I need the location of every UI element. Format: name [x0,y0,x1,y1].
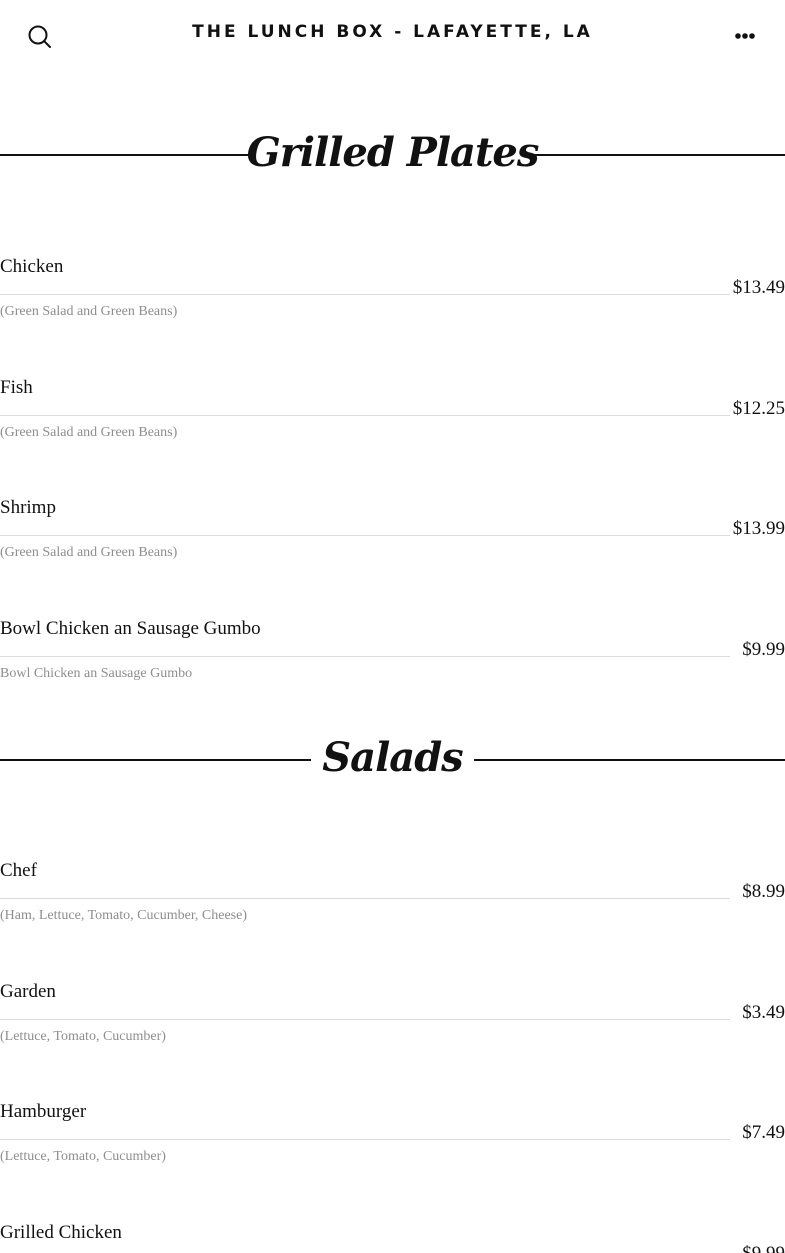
menu-item: Bowl Chicken an Sausage Gumbo $9.99 Bowl… [0,618,785,688]
menu-item: Garden $3.49 (Lettuce, Tomato, Cucumber) [0,981,785,1051]
menu-item-name: Shrimp [0,497,56,518]
site-header: THE LUNCH BOX - LAFAYETTE, LA [0,0,785,72]
menu-item-description: (Green Salad and Green Beans) [0,545,178,560]
menu-item: Hamburger $7.49 (Lettuce, Tomato, Cucumb… [0,1101,785,1171]
menu-item-description: (Lettuce, Tomato, Cucumber) [0,1149,166,1164]
menu-item-divider [0,1019,730,1020]
heading-divider-right [531,154,785,156]
menu-item-description: (Green Salad and Green Beans) [0,425,178,440]
menu-item-description: (Green Salad and Green Beans) [0,304,178,319]
menu-item: Shrimp $13.99 (Green Salad and Green Bea… [0,497,785,567]
menu-item-name: Garden [0,981,56,1002]
menu-item-price: $9.99 [742,639,785,660]
menu-item-description: Bowl Chicken an Sausage Gumbo [0,666,193,681]
menu-item-name: Bowl Chicken an Sausage Gumbo [0,618,261,639]
menu-item-price: $12.25 [732,398,785,419]
menu-item-divider [0,294,730,295]
menu-item-divider [0,1139,730,1140]
menu-item: Chef $8.99 (Ham, Lettuce, Tomato, Cucumb… [0,860,785,930]
ellipsis-icon [735,33,755,39]
site-title[interactable]: THE LUNCH BOX - LAFAYETTE, LA [0,22,785,42]
menu-item-name: Grilled Chicken [0,1222,122,1243]
section-heading-salads: Salads [0,730,785,790]
menu-button[interactable] [730,26,760,46]
menu-item-price: $13.99 [732,518,785,539]
menu-item: Fish $12.25 (Green Salad and Green Beans… [0,377,785,447]
section-title: Salads [322,734,463,781]
menu-item-divider [0,898,730,899]
menu-item-price: $7.49 [742,1122,785,1143]
menu-item-price: $9.99 [742,1243,785,1253]
menu-item-divider [0,535,730,536]
menu-item-name: Chicken [0,256,64,277]
menu-item-description: (Lettuce, Tomato, Cucumber) [0,1029,166,1044]
menu-item-name: Chef [0,860,37,881]
menu-item: Grilled Chicken $9.99 [0,1222,785,1253]
menu-item: Chicken $13.49 (Green Salad and Green Be… [0,256,785,326]
menu-item-price: $3.49 [742,1002,785,1023]
menu-item-price: $13.49 [732,277,785,298]
heading-divider-right [474,759,785,761]
menu-item-divider [0,415,730,416]
menu-item-price: $8.99 [742,881,785,902]
menu-item-description: (Ham, Lettuce, Tomato, Cucumber, Cheese) [0,908,248,923]
section-title: Grilled Plates [246,129,540,176]
menu-item-name: Hamburger [0,1101,87,1122]
menu-item-divider [0,656,730,657]
menu-item-name: Fish [0,377,33,398]
section-heading-grilled-plates: Grilled Plates [0,125,785,185]
menu-page: THE LUNCH BOX - LAFAYETTE, LA Grilled Pl… [0,0,785,1253]
